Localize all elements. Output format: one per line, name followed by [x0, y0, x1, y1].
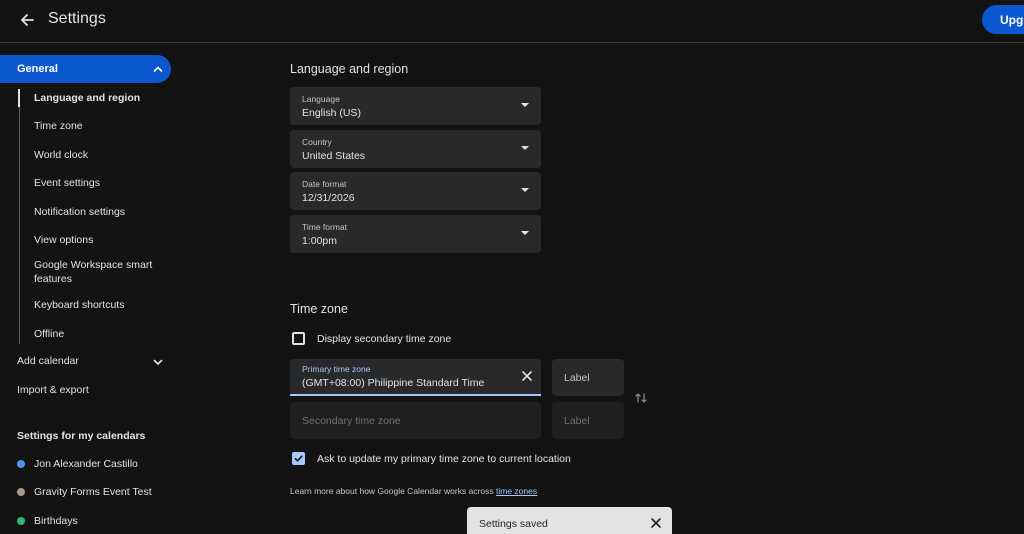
sidebar-item-offline[interactable]: Offline [34, 327, 164, 341]
primary-label-input[interactable]: Label [552, 359, 624, 396]
field-value: English (US) [302, 107, 361, 119]
settings-saved-toast: Settings saved [467, 507, 672, 534]
country-select[interactable]: Country United States [290, 130, 541, 168]
language-region-heading: Language and region [290, 62, 409, 76]
close-icon[interactable] [521, 370, 533, 382]
time-zone-heading: Time zone [290, 302, 348, 316]
sidebar-item-calendar[interactable]: Gravity Forms Event Test [17, 486, 152, 498]
calendar-name: Jon Alexander Castillo [34, 458, 138, 470]
subnav-divider [19, 89, 20, 344]
time-format-select[interactable]: Time format 1:00pm [290, 215, 541, 253]
dropdown-arrow-icon [521, 103, 529, 107]
secondary-time-zone-checkbox[interactable] [292, 332, 305, 345]
subnav-active-indicator [18, 89, 20, 107]
sidebar-item-language-region[interactable]: Language and region [34, 91, 164, 105]
arrow-back-icon [21, 14, 34, 26]
secondary-time-zone-field[interactable]: Secondary time zone [290, 402, 541, 439]
calendar-name: Birthdays [34, 515, 78, 527]
sidebar-item-general[interactable]: General [0, 55, 171, 83]
field-label: Primary time zone [302, 364, 371, 374]
calendar-name: Gravity Forms Event Test [34, 486, 152, 498]
chevron-up-icon [153, 66, 163, 72]
sidebar-item-calendar[interactable]: Jon Alexander Castillo [17, 458, 138, 470]
field-value: United States [302, 150, 366, 162]
upgrade-button[interactable]: Upgrade [982, 5, 1024, 34]
top-bar: Settings Upgrade [0, 0, 1024, 43]
calendar-color-dot [17, 517, 25, 525]
sidebar-item-time-zone[interactable]: Time zone [34, 119, 164, 133]
sidebar-item-calendar[interactable]: Birthdays [17, 515, 78, 527]
dropdown-arrow-icon [521, 231, 529, 235]
sidebar-item-import-export[interactable]: Import & export [17, 384, 89, 396]
close-icon[interactable] [650, 517, 662, 529]
field-value: 12/31/2026 [302, 192, 355, 204]
field-label: Country [302, 137, 332, 147]
sidebar-item-smart-features[interactable]: Google Workspace smart features [34, 258, 159, 286]
dropdown-arrow-icon [521, 146, 529, 150]
learn-more-prefix: Learn more about how Google Calendar wor… [290, 486, 494, 496]
language-select[interactable]: Language English (US) [290, 87, 541, 125]
secondary-label-input[interactable]: Label [552, 402, 624, 439]
primary-time-zone-field[interactable]: Primary time zone (GMT+08:00) Philippine… [290, 359, 541, 396]
time-zones-link[interactable]: time zones [496, 486, 537, 496]
sidebar-item-keyboard-shortcuts[interactable]: Keyboard shortcuts [34, 298, 164, 312]
field-label: Language [302, 94, 340, 104]
field-value: 1:00pm [302, 235, 338, 247]
sidebar-item-general-label: General [17, 63, 58, 75]
sidebar-item-add-calendar[interactable]: Add calendar [17, 355, 79, 367]
my-calendars-heading: Settings for my calendars [17, 430, 146, 442]
ask-update-checkbox-row[interactable]: Ask to update my primary time zone to cu… [292, 452, 571, 465]
date-format-select[interactable]: Date format 12/31/2026 [290, 172, 541, 210]
sidebar-item-world-clock[interactable]: World clock [34, 148, 164, 162]
check-icon [294, 455, 303, 462]
sidebar-item-view-options[interactable]: View options [34, 233, 164, 247]
calendar-color-dot [17, 460, 25, 468]
back-button[interactable] [16, 9, 38, 31]
page-title: Settings [48, 10, 106, 27]
toast-message: Settings saved [479, 518, 548, 530]
sidebar-item-event-settings[interactable]: Event settings [34, 176, 164, 190]
field-label: Time format [302, 222, 348, 232]
settings-sidebar: General Language and region Time zone Wo… [0, 44, 180, 534]
sidebar-item-notification-settings[interactable]: Notification settings [34, 205, 164, 219]
ask-update-checkbox[interactable] [292, 452, 305, 465]
checkbox-label: Ask to update my primary time zone to cu… [317, 452, 571, 465]
swap-vertical-icon[interactable] [634, 391, 648, 405]
learn-more-text: Learn more about how Google Calendar wor… [290, 486, 537, 496]
chevron-down-icon[interactable] [152, 356, 164, 368]
dropdown-arrow-icon [521, 188, 529, 192]
secondary-time-zone-checkbox-row[interactable]: Display secondary time zone [292, 332, 451, 345]
calendar-color-dot [17, 488, 25, 496]
field-value: (GMT+08:00) Philippine Standard Time [302, 377, 485, 389]
checkbox-label: Display secondary time zone [317, 332, 452, 345]
field-label: Date format [302, 179, 347, 189]
